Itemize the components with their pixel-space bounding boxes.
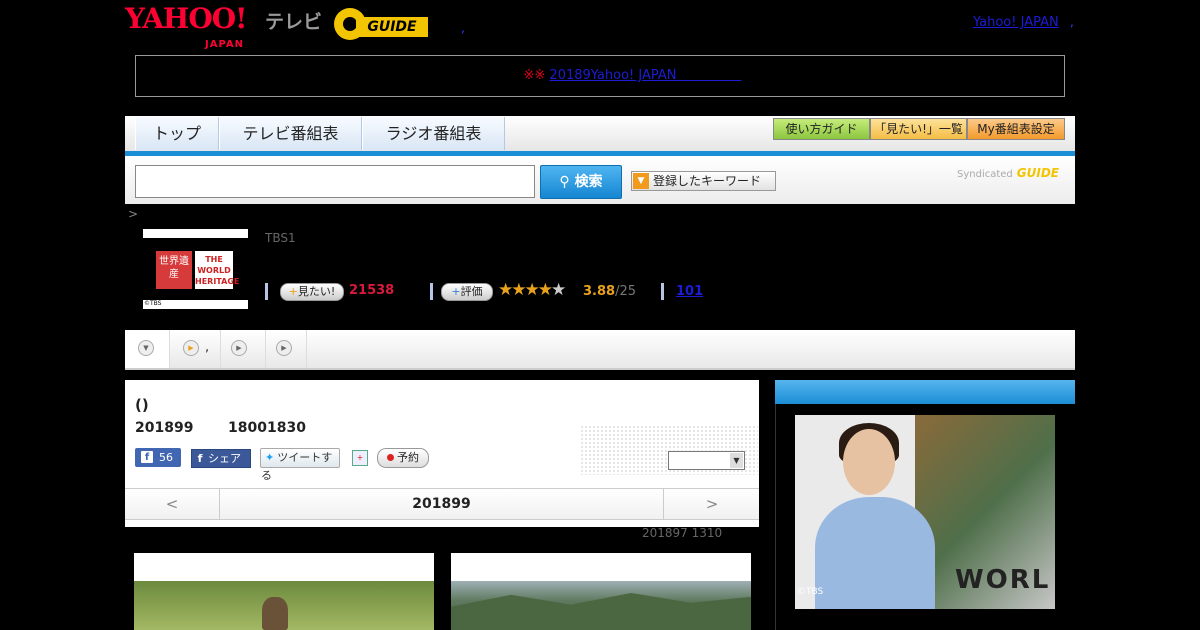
header-separator-2: , [1070, 15, 1074, 29]
tab-radio-schedule[interactable]: ラジオ番組表 [362, 117, 505, 150]
plus-icon: + [288, 285, 298, 298]
search-bar: ⚲ 検索 ▼ 登録したキーワード Syndicated GUIDE [125, 156, 1075, 204]
search-button-label: 検索 [574, 174, 603, 190]
plus-icon: + [451, 285, 461, 298]
rating-stars: ★★★★★ [498, 280, 566, 300]
syndicated-label: Syndicated [957, 169, 1013, 180]
tv-logo-label[interactable]: テレビ [265, 7, 322, 34]
program-image-2[interactable] [451, 553, 751, 630]
search-input[interactable] [135, 165, 535, 198]
program-thumbnail-image: 世界遺産 THE WORLD HERITAGE [143, 238, 248, 300]
facebook-share-label: シェア [208, 452, 241, 465]
gguide-logo[interactable]: GUIDE [334, 8, 434, 40]
star-half-icon: ★ [537, 280, 553, 300]
breadcrumb[interactable]: > [128, 207, 138, 221]
divider [430, 283, 433, 300]
mitai-list-button[interactable]: 「見たい!」一覧 [870, 118, 967, 140]
promo-person-body [815, 497, 935, 609]
mitai-count: 21538 [349, 283, 395, 298]
notice-link[interactable]: 20189Yahoo! JAPAN [549, 68, 741, 83]
reserve-button[interactable]: 予約 [377, 448, 429, 468]
tab-tv-schedule[interactable]: テレビ番組表 [219, 117, 362, 150]
facebook-share-button[interactable]: f シェア [191, 449, 251, 468]
star-icon: ★ [511, 280, 526, 300]
thumbnail-credit: ©TBS [144, 300, 162, 307]
subtab-2[interactable]: ▶ [221, 330, 266, 368]
yahoo-japan-logo[interactable]: YAHOO! JAPAN [125, 5, 247, 51]
broadcast-time: 18001830 [228, 420, 306, 436]
tweet-button[interactable]: ✦ ツイートする [260, 448, 340, 482]
updated-timestamp: 201897 1310 [642, 526, 723, 540]
subtab-3[interactable]: ▶ [266, 330, 307, 368]
star-empty-icon: ★ [551, 280, 566, 300]
date-pager: < 201899 > [125, 488, 759, 520]
chevron-down-icon: ▼ [730, 453, 743, 468]
twitter-bird-icon: ✦ [265, 451, 275, 464]
promo-credit: ©TBS [797, 587, 824, 597]
registered-keywords-button[interactable]: ▼ 登録したキーワード [631, 171, 776, 191]
divider [265, 283, 268, 300]
facebook-icon: f [141, 451, 153, 463]
rabbit-image [262, 597, 288, 630]
rating-score: 3.88 [583, 284, 616, 299]
pager-prev-button[interactable]: < [125, 489, 220, 519]
chevron-down-icon: ▼ [138, 340, 154, 356]
reserve-label: 予約 [397, 451, 419, 464]
tab-top[interactable]: トップ [135, 117, 219, 150]
mitai-button[interactable]: +見たい! [280, 283, 344, 301]
play-icon: ▶ [183, 340, 199, 356]
pager-current-date: 201899 [412, 496, 471, 512]
program-detail-panel: () 201899 18001830 f 56 f シェア ✦ ツイートする + 予約… [125, 380, 759, 527]
program-subtabs: ▼ ▶ , ▶ ▶ [125, 330, 1075, 370]
rate-label: 評価 [460, 285, 483, 298]
sidebar-header [775, 380, 1075, 404]
pager-next-button[interactable]: > [663, 489, 760, 519]
program-logo-right: THE WORLD HERITAGE [195, 251, 239, 289]
rating-total: /25 [615, 284, 636, 299]
syndicated-gguide-logo: Syndicated GUIDE [957, 166, 1059, 180]
yahoo-japan-link[interactable]: Yahoo! JAPAN [973, 15, 1059, 30]
sidebar-box: WORL ©TBS [775, 404, 1076, 630]
guide-button[interactable]: 使い方ガイド [773, 118, 870, 140]
notice-mark: ※※ [523, 68, 546, 83]
facebook-icon: f [197, 452, 203, 465]
search-button[interactable]: ⚲ 検索 [540, 165, 622, 199]
program-logo-left: 世界遺産 [156, 251, 192, 289]
subtab-1[interactable]: ▶ , [170, 330, 221, 368]
rating-value: 3.88/25 [583, 284, 636, 299]
record-dot-icon [387, 454, 394, 461]
play-icon: ▶ [276, 340, 292, 356]
search-icon: ⚲ [559, 174, 575, 190]
broadcast-date: 201899 [135, 420, 194, 436]
notice-box: ※※ 20189Yahoo! JAPAN [135, 55, 1065, 97]
episode-select[interactable]: ▼ [668, 451, 745, 470]
chevron-down-icon: ▼ [633, 173, 649, 189]
program-thumbnail: 世界遺産 THE WORLD HERITAGE ©TBS [143, 229, 248, 309]
main-nav: トップ テレビ番組表 ラジオ番組表 使い方ガイド 「見たい!」一覧 My番組表設… [125, 116, 1075, 156]
play-icon: ▶ [231, 340, 247, 356]
subtab-dropdown[interactable]: ▼ [125, 330, 170, 368]
calendar-add-icon[interactable]: + [352, 450, 368, 466]
subtab-1-label: , [205, 340, 210, 355]
mitai-label: 見たい! [297, 285, 336, 298]
promo-person-face [843, 429, 895, 495]
registered-keywords-label: 登録したキーワード [653, 174, 762, 188]
star-icon: ★ [498, 280, 513, 300]
rate-button[interactable]: +評価 [441, 283, 493, 301]
program-title: () [135, 396, 149, 414]
promo-word: WORL [955, 565, 1051, 595]
my-schedule-settings-button[interactable]: My番組表設定 [967, 118, 1065, 140]
review-count-link[interactable]: 101 [676, 284, 703, 299]
facebook-like-button[interactable]: f 56 [135, 448, 181, 467]
syndicated-logo-text: GUIDE [1016, 166, 1059, 180]
star-icon: ★ [524, 280, 540, 300]
divider [661, 283, 664, 300]
promo-image[interactable]: WORL ©TBS [795, 415, 1055, 609]
gguide-logo-text: GUIDE [356, 17, 428, 37]
header-separator: , [461, 21, 465, 35]
program-image-1[interactable] [134, 553, 434, 630]
facebook-like-count: 56 [159, 451, 173, 464]
channel-name: TBS1 [265, 231, 296, 245]
